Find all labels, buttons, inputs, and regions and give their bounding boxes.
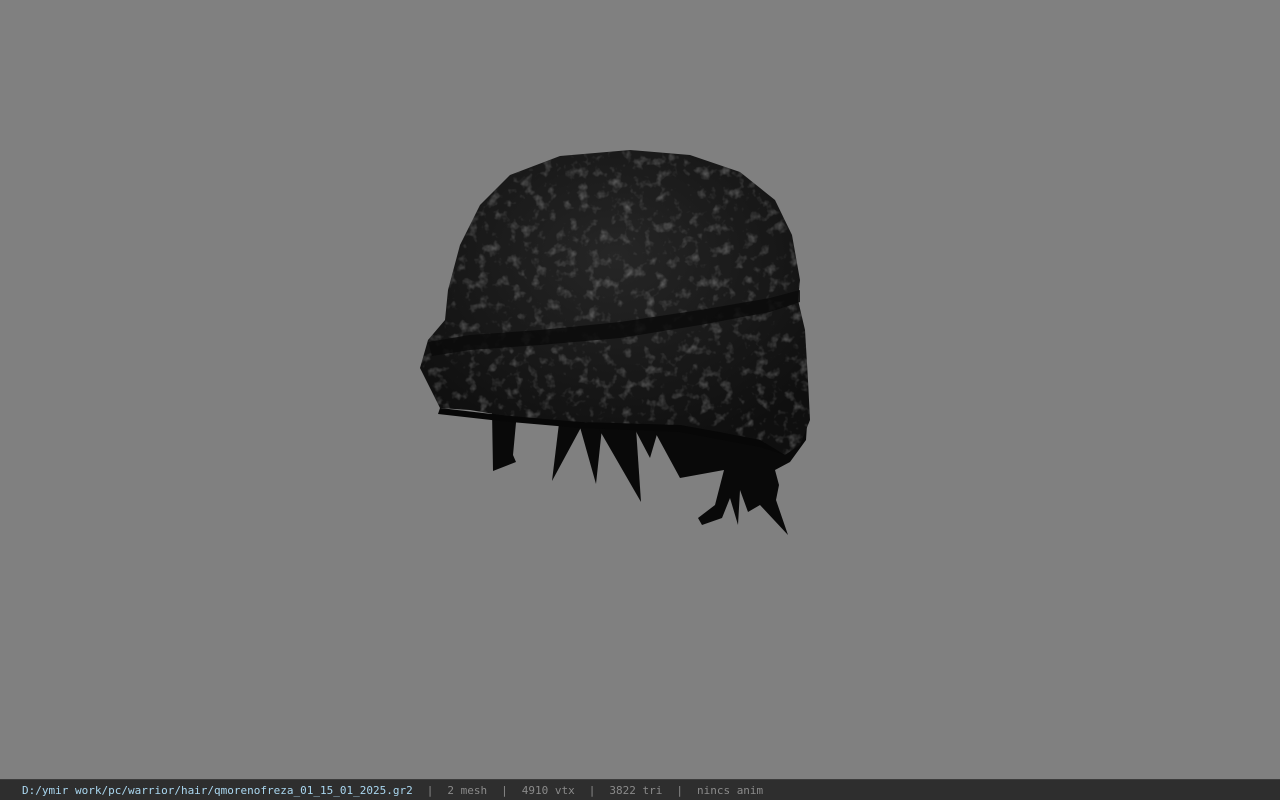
hair-helmet-model[interactable] bbox=[0, 0, 1280, 779]
status-bar: D:/ymir work/pc/warrior/hair/qmorenofrez… bbox=[0, 779, 1280, 800]
vertex-count-label: 4910 vtx bbox=[521, 783, 575, 797]
animation-status-label: nincs anim bbox=[696, 783, 764, 797]
status-separator: | bbox=[588, 783, 596, 797]
mesh-count-label: 2 mesh bbox=[447, 783, 488, 797]
triangle-count-label: 3822 tri bbox=[609, 783, 663, 797]
status-separator: | bbox=[426, 783, 434, 797]
helmet-dome bbox=[420, 150, 810, 455]
status-separator: | bbox=[501, 783, 508, 797]
status-separator: | bbox=[676, 783, 683, 797]
file-path-label: D:/ymir work/pc/warrior/hair/qmorenofrez… bbox=[22, 783, 413, 797]
3d-viewport[interactable] bbox=[0, 0, 1280, 779]
